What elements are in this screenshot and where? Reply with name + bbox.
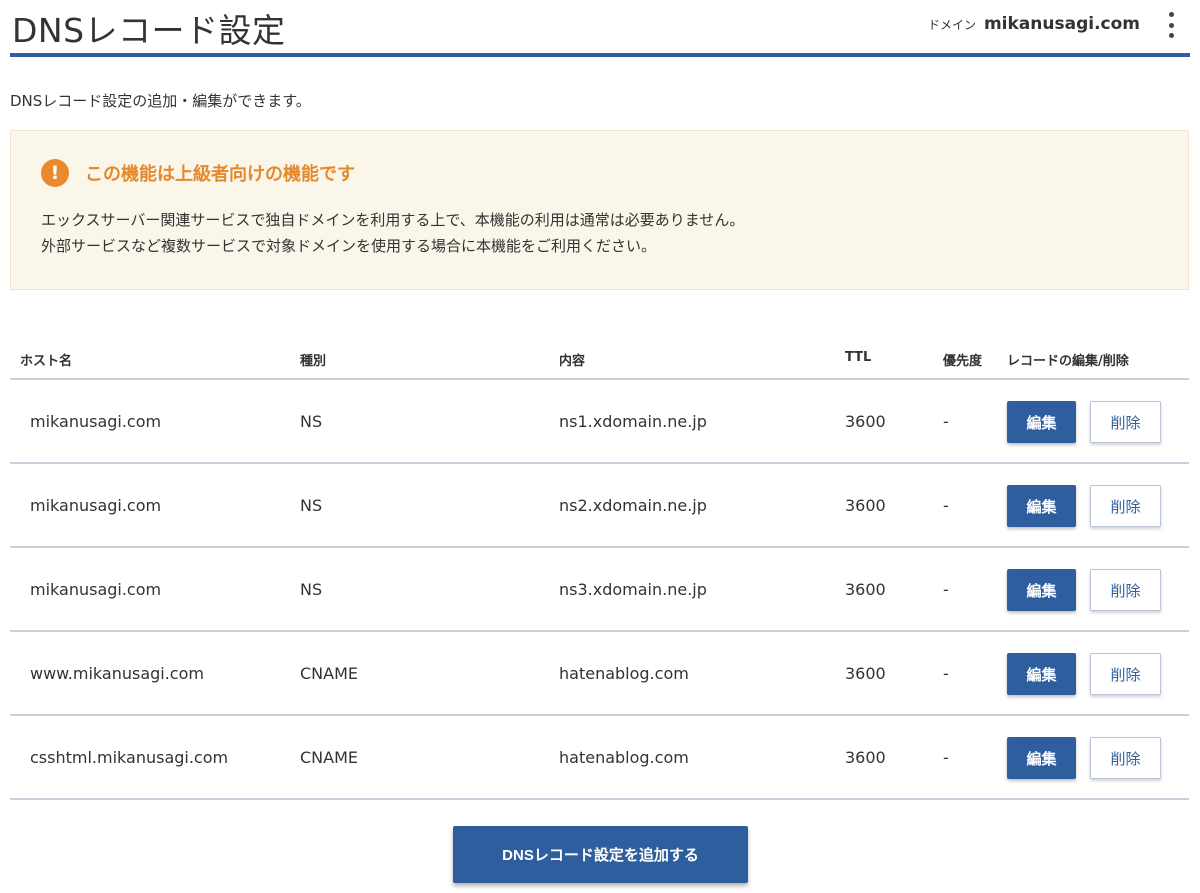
cell-priority: - bbox=[943, 664, 949, 683]
cell-ttl: 3600 bbox=[845, 412, 886, 431]
edit-button[interactable]: 編集 bbox=[1007, 737, 1076, 779]
notice-line-2: 外部サービスなど複数サービスで対象ドメインを使用する場合に本機能をご利用ください… bbox=[41, 237, 657, 255]
table-row: csshtml.mikanusagi.com CNAME hatenablog.… bbox=[10, 716, 1189, 800]
page-title: DNSレコード設定 bbox=[12, 11, 286, 50]
kebab-dot bbox=[1168, 12, 1174, 17]
delete-button[interactable]: 削除 bbox=[1090, 485, 1161, 527]
cell-content: ns3.xdomain.ne.jp bbox=[559, 580, 707, 599]
dns-settings-page: DNSレコード設定 ドメイン mikanusagi.com DNSレコード設定の… bbox=[0, 0, 1200, 893]
edit-button[interactable]: 編集 bbox=[1007, 485, 1076, 527]
advanced-warning-box: ! この機能は上級者向けの機能です エックスサーバー関連サービスで独自ドメインを… bbox=[10, 130, 1189, 290]
add-dns-record-button[interactable]: DNSレコード設定を追加する bbox=[453, 826, 748, 883]
header-actions: レコードの編集/削除 bbox=[1007, 354, 1129, 369]
table-row: www.mikanusagi.com CNAME hatenablog.com … bbox=[10, 632, 1189, 716]
delete-button[interactable]: 削除 bbox=[1090, 569, 1161, 611]
cell-host: mikanusagi.com bbox=[30, 412, 162, 431]
cell-host: mikanusagi.com bbox=[30, 496, 162, 515]
intro-text: DNSレコード設定の追加・編集ができます。 bbox=[10, 92, 311, 110]
kebab-menu-icon[interactable] bbox=[1162, 12, 1180, 38]
cell-type: CNAME bbox=[300, 748, 358, 767]
cell-type: NS bbox=[300, 580, 323, 599]
cell-host: mikanusagi.com bbox=[30, 580, 162, 599]
cell-content: hatenablog.com bbox=[559, 748, 689, 767]
kebab-dot bbox=[1168, 33, 1174, 38]
domain-indicator: ドメイン mikanusagi.com bbox=[928, 14, 1140, 34]
edit-button[interactable]: 編集 bbox=[1007, 569, 1076, 611]
table-row: mikanusagi.com NS ns2.xdomain.ne.jp 3600… bbox=[10, 464, 1189, 548]
dns-records-table: ホスト名 種別 内容 TTL 優先度 レコードの編集/削除 mikanusagi… bbox=[10, 338, 1189, 800]
edit-button[interactable]: 編集 bbox=[1007, 653, 1076, 695]
notice-line-1: エックスサーバー関連サービスで独自ドメインを利用する上で、本機能の利用は通常は必… bbox=[41, 211, 745, 229]
cell-host: csshtml.mikanusagi.com bbox=[30, 748, 229, 767]
domain-label: ドメイン bbox=[927, 18, 976, 32]
header-host: ホスト名 bbox=[20, 354, 73, 369]
cell-content: hatenablog.com bbox=[559, 664, 689, 683]
header-type: 種別 bbox=[300, 354, 327, 369]
domain-value: mikanusagi.com bbox=[983, 14, 1140, 34]
cell-host: www.mikanusagi.com bbox=[30, 664, 204, 683]
cell-priority: - bbox=[943, 748, 949, 767]
cell-priority: - bbox=[943, 496, 949, 515]
table-row: mikanusagi.com NS ns1.xdomain.ne.jp 3600… bbox=[10, 380, 1189, 464]
cell-ttl: 3600 bbox=[845, 748, 886, 767]
header-content: 内容 bbox=[559, 354, 586, 369]
cell-content: ns1.xdomain.ne.jp bbox=[559, 412, 707, 431]
cell-ttl: 3600 bbox=[845, 664, 886, 683]
page-header: DNSレコード設定 ドメイン mikanusagi.com bbox=[10, 0, 1190, 57]
cell-priority: - bbox=[943, 580, 949, 599]
cell-type: NS bbox=[300, 412, 323, 431]
cell-type: CNAME bbox=[300, 664, 358, 683]
edit-button[interactable]: 編集 bbox=[1007, 401, 1076, 443]
delete-button[interactable]: 削除 bbox=[1090, 401, 1161, 443]
delete-button[interactable]: 削除 bbox=[1090, 737, 1161, 779]
cell-ttl: 3600 bbox=[845, 496, 886, 515]
cell-type: NS bbox=[300, 496, 323, 515]
table-header: ホスト名 種別 内容 TTL 優先度 レコードの編集/削除 bbox=[10, 338, 1189, 380]
table-row: mikanusagi.com NS ns3.xdomain.ne.jp 3600… bbox=[10, 548, 1189, 632]
cell-content: ns2.xdomain.ne.jp bbox=[559, 496, 707, 515]
notice-header: ! この機能は上級者向けの機能です bbox=[41, 159, 355, 187]
notice-body: エックスサーバー関連サービスで独自ドメインを利用する上で、本機能の利用は通常は必… bbox=[41, 207, 744, 259]
notice-title: この機能は上級者向けの機能です bbox=[85, 164, 355, 185]
kebab-dot bbox=[1168, 22, 1174, 28]
cell-ttl: 3600 bbox=[845, 580, 886, 599]
header-ttl: TTL bbox=[845, 350, 872, 365]
delete-button[interactable]: 削除 bbox=[1090, 653, 1161, 695]
cell-priority: - bbox=[943, 412, 949, 431]
warning-icon: ! bbox=[41, 159, 69, 187]
header-priority: 優先度 bbox=[943, 354, 983, 369]
